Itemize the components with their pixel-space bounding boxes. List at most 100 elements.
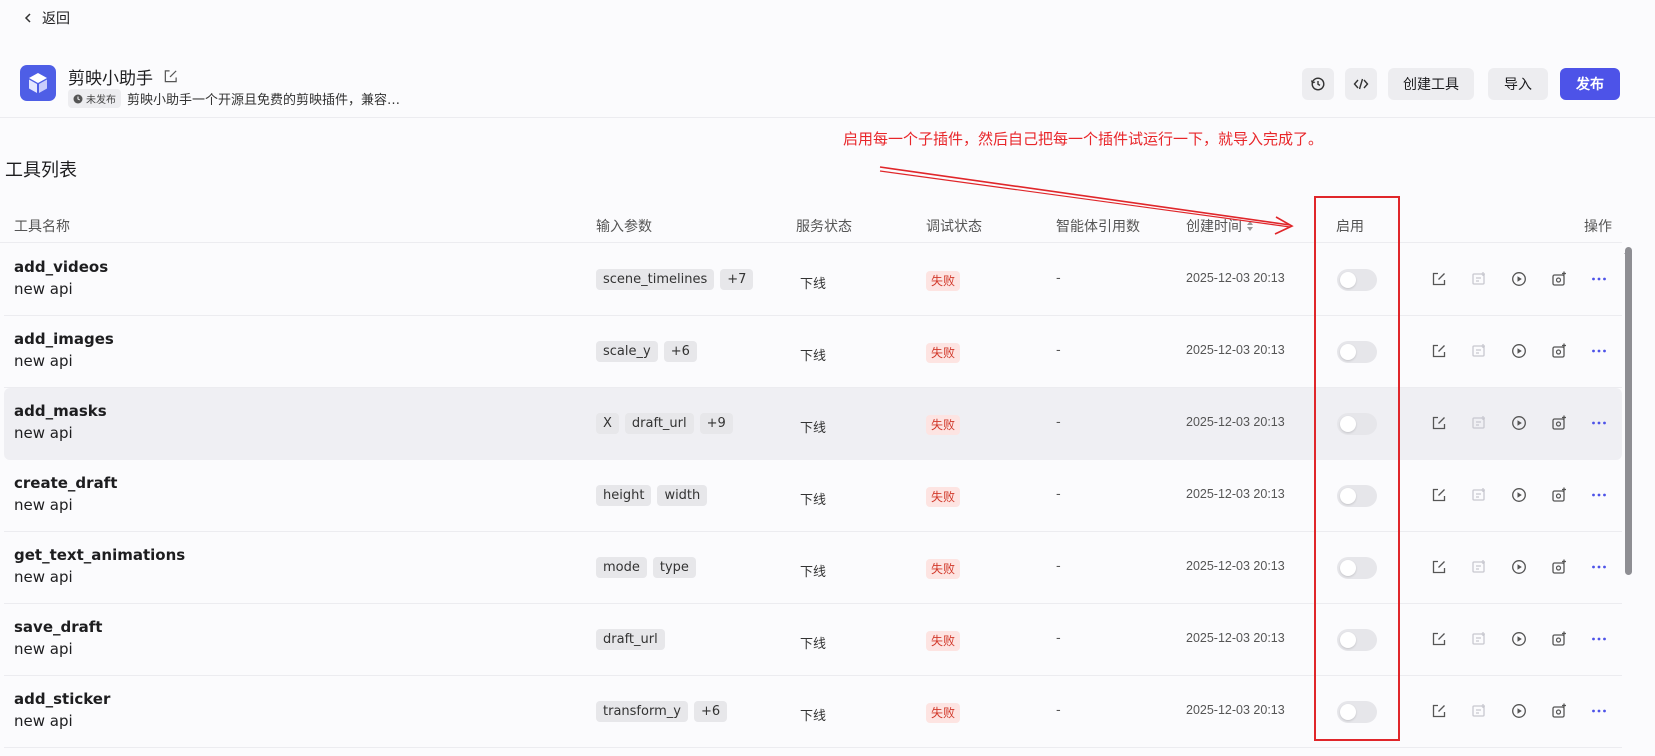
plugin-header: 剪映小助手 未发布 剪映小助手一个开源且免费的剪映插件，兼容… 创建工具 导入 … [0, 50, 1655, 118]
plugin-logo [20, 65, 56, 101]
table-row[interactable]: save_draft new api draft_url 下线 失败 - 202… [4, 604, 1622, 676]
chevron-left-icon [24, 13, 31, 23]
created-time: 2025-12-03 20:13 [1186, 631, 1285, 645]
run-button[interactable] [1510, 486, 1528, 504]
agent-ref-count: - [1056, 703, 1061, 718]
table-row[interactable]: add_masks new api X draft_url +9 下线 失败 -… [4, 388, 1622, 460]
import-button[interactable]: 导入 [1488, 68, 1548, 100]
code-button[interactable] [1345, 68, 1377, 100]
param-more-tag[interactable]: +6 [663, 341, 697, 362]
copy-button[interactable] [1470, 630, 1488, 648]
scroll-up-arrow-icon[interactable] [1622, 248, 1634, 256]
copy-button[interactable] [1470, 414, 1488, 432]
param-tag: X [596, 413, 619, 434]
tool-name: add_masks [14, 402, 107, 420]
edit-icon [1432, 416, 1446, 430]
back-label: 返回 [42, 11, 70, 27]
param-tags: draft_url [596, 629, 665, 650]
edit-button[interactable] [1430, 342, 1448, 360]
service-status: 下线 [800, 421, 827, 436]
more-button[interactable] [1590, 630, 1608, 648]
edit-button[interactable] [1430, 630, 1448, 648]
enable-toggle[interactable] [1337, 485, 1377, 507]
debug-icon [1552, 631, 1566, 646]
enable-toggle[interactable] [1337, 413, 1377, 435]
run-button[interactable] [1510, 270, 1528, 288]
more-button[interactable] [1590, 558, 1608, 576]
edit-button[interactable] [1430, 486, 1448, 504]
edit-title-icon[interactable] [163, 69, 178, 84]
table-row[interactable]: add_videos new api scene_timelines +7 下线… [4, 244, 1622, 316]
publish-button[interactable]: 发布 [1560, 68, 1620, 100]
table-row[interactable]: add_sticker new api transform_y +6 下线 失败… [4, 676, 1622, 748]
more-button[interactable] [1590, 342, 1608, 360]
edit-icon [1432, 344, 1446, 358]
created-time: 2025-12-03 20:13 [1186, 703, 1285, 717]
col-created-time[interactable]: 创建时间 [1186, 216, 1254, 236]
debug-button[interactable] [1550, 342, 1568, 360]
copy-button[interactable] [1470, 702, 1488, 720]
table-row[interactable]: get_text_animations new api mode type 下线… [4, 532, 1622, 604]
tool-name: create_draft [14, 474, 118, 492]
debug-button[interactable] [1550, 414, 1568, 432]
back-button[interactable]: 返回 [22, 8, 70, 28]
more-button[interactable] [1590, 270, 1608, 288]
copy-button[interactable] [1470, 558, 1488, 576]
service-status: 下线 [800, 709, 827, 724]
param-tag: mode [596, 557, 647, 578]
debug-button[interactable] [1550, 270, 1568, 288]
run-icon [1512, 344, 1526, 358]
debug-button[interactable] [1550, 558, 1568, 576]
copy-button[interactable] [1470, 486, 1488, 504]
param-more-tag[interactable]: +9 [699, 413, 733, 434]
plugin-subline: 未发布 剪映小助手一个开源且免费的剪映插件，兼容… [68, 89, 419, 108]
run-button[interactable] [1510, 702, 1528, 720]
run-button[interactable] [1510, 414, 1528, 432]
enable-toggle[interactable] [1337, 557, 1377, 579]
more-button[interactable] [1590, 414, 1608, 432]
run-button[interactable] [1510, 558, 1528, 576]
enable-toggle[interactable] [1337, 701, 1377, 723]
history-button[interactable] [1302, 68, 1334, 100]
service-status: 下线 [800, 565, 827, 580]
table-row[interactable]: add_images new api scale_y +6 下线 失败 - 20… [4, 316, 1622, 388]
tool-name: add_videos [14, 258, 109, 276]
edit-button[interactable] [1430, 270, 1448, 288]
debug-button[interactable] [1550, 702, 1568, 720]
run-icon [1512, 704, 1526, 718]
debug-button[interactable] [1550, 486, 1568, 504]
enable-toggle[interactable] [1337, 629, 1377, 651]
copy-button[interactable] [1470, 342, 1488, 360]
sort-icon[interactable] [1246, 220, 1254, 232]
created-time: 2025-12-03 20:13 [1186, 343, 1285, 357]
tool-desc: new api [14, 568, 73, 586]
col-params: 输入参数 [596, 219, 652, 235]
copy-button[interactable] [1470, 270, 1488, 288]
table-header: 工具名称 输入参数 服务状态 调试状态 智能体引用数 创建时间 启用 操作 [0, 210, 1622, 243]
copy-icon [1472, 632, 1485, 645]
param-more-tag[interactable]: +7 [720, 269, 754, 290]
more-button[interactable] [1590, 702, 1608, 720]
edit-button[interactable] [1430, 414, 1448, 432]
more-icon [1592, 637, 1606, 641]
status-badge-label: 未发布 [86, 95, 116, 106]
col-actions: 操作 [1584, 219, 1612, 235]
create-tool-button[interactable]: 创建工具 [1388, 68, 1474, 100]
debug-status-badge: 失败 [926, 487, 961, 507]
edit-button[interactable] [1430, 558, 1448, 576]
table-scrollbar[interactable] [1625, 247, 1632, 575]
more-icon [1592, 565, 1606, 569]
run-button[interactable] [1510, 342, 1528, 360]
enable-toggle[interactable] [1337, 269, 1377, 291]
run-button[interactable] [1510, 630, 1528, 648]
enable-toggle[interactable] [1337, 341, 1377, 363]
table-row[interactable]: create_draft new api height width 下线 失败 … [4, 460, 1622, 532]
more-button[interactable] [1590, 486, 1608, 504]
tool-desc: new api [14, 280, 73, 298]
history-icon [1310, 77, 1325, 91]
edit-button[interactable] [1430, 702, 1448, 720]
debug-button[interactable] [1550, 630, 1568, 648]
param-more-tag[interactable]: +6 [693, 701, 728, 722]
plugin-title: 剪映小助手 [68, 69, 153, 89]
more-icon [1592, 421, 1606, 425]
